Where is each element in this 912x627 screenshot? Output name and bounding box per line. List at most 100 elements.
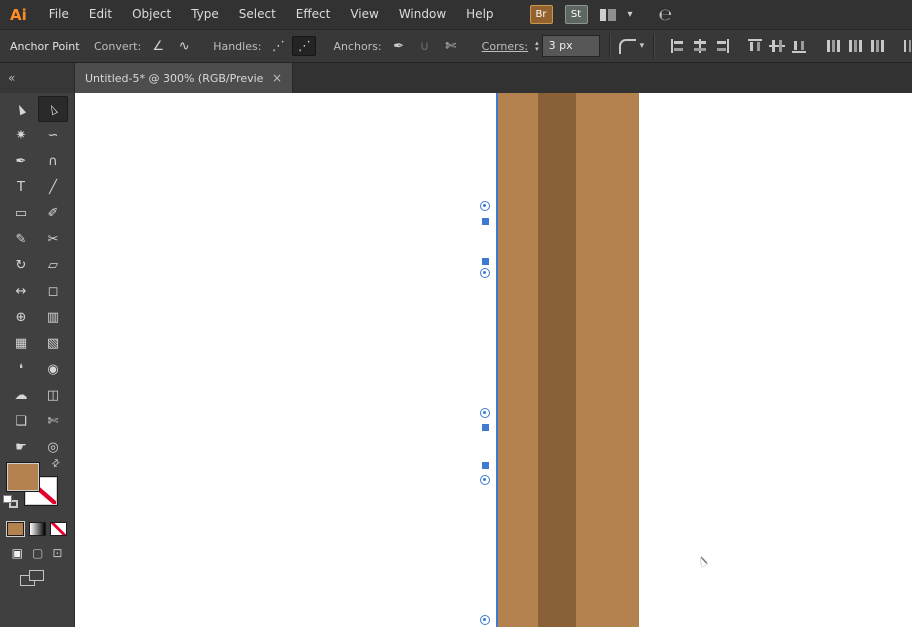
menu-object[interactable]: Object: [122, 0, 181, 29]
artboard-tool[interactable]: ❏: [6, 408, 36, 434]
screen-mode-icon[interactable]: [20, 570, 50, 588]
align-horizontal-left-icon[interactable]: [668, 38, 688, 54]
mesh-tool[interactable]: ▦: [6, 330, 36, 356]
rotate-tool[interactable]: ↻: [6, 252, 36, 278]
draw-normal-icon[interactable]: ▣: [12, 546, 23, 560]
corners-label[interactable]: Corners:: [482, 40, 528, 53]
eyedropper-tool[interactable]: ❛: [6, 356, 36, 382]
slice-tool[interactable]: ✄: [38, 408, 68, 434]
line-segment-tool[interactable]: ╱: [38, 174, 68, 200]
align-horizontal-center-icon[interactable]: [690, 38, 710, 54]
rectangle-icon: ▭: [15, 207, 27, 220]
scale-icon: ▱: [48, 259, 58, 272]
menu-type[interactable]: Type: [181, 0, 229, 29]
gradient-button[interactable]: [29, 522, 46, 536]
close-icon[interactable]: ×: [264, 71, 282, 85]
gradient-tool[interactable]: ▧: [38, 330, 68, 356]
search-swirl-icon[interactable]: ℮: [659, 5, 673, 24]
corners-input[interactable]: 3 px: [542, 35, 600, 57]
distribute-left-icon[interactable]: [824, 38, 844, 54]
menu-help[interactable]: Help: [456, 0, 503, 29]
bridge-button[interactable]: Br: [530, 5, 553, 24]
anchor-point[interactable]: [482, 218, 489, 225]
corner-options-button[interactable]: ▾: [619, 39, 645, 54]
pencil-tool[interactable]: ✎: [6, 226, 36, 252]
remove-anchor-icon[interactable]: ✒: [387, 36, 411, 56]
shape-builder-tool[interactable]: ⊕: [6, 304, 36, 330]
menu-select[interactable]: Select: [229, 0, 286, 29]
illustrator-logo[interactable]: Ai: [0, 6, 39, 24]
artboard[interactable]: ►: [75, 93, 912, 627]
corner-widget[interactable]: [480, 475, 490, 485]
draw-modes: ▣ ▢ ⊡: [0, 546, 74, 560]
shape-stripe[interactable]: [538, 93, 576, 627]
corner-widget[interactable]: [480, 615, 490, 625]
mode-label: Anchor Point: [10, 40, 86, 53]
align-vertical-bottom-icon[interactable]: [790, 38, 810, 54]
document-tab[interactable]: Untitled-5* @ 300% (RGB/Preview) ×: [75, 63, 293, 93]
magic-wand-tool[interactable]: ✷: [6, 122, 36, 148]
workspace-icon[interactable]: [600, 9, 616, 21]
align-vertical-center-icon[interactable]: [768, 38, 788, 54]
curvature-tool[interactable]: ∩: [38, 148, 68, 174]
shape-band[interactable]: [497, 93, 639, 627]
default-fill-stroke-icon[interactable]: [3, 495, 21, 511]
none-button[interactable]: [50, 522, 67, 536]
swap-fill-stroke-icon[interactable]: ⇄: [49, 457, 62, 471]
magic-wand-icon: ✷: [16, 129, 27, 142]
convert-to-corner-icon[interactable]: ∠: [146, 36, 170, 56]
align-horizontal-right-icon[interactable]: [712, 38, 732, 54]
color-button[interactable]: [7, 522, 24, 536]
menu-file[interactable]: File: [39, 0, 79, 29]
selection-path[interactable]: [496, 93, 498, 627]
paintbrush-tool[interactable]: ✐: [38, 200, 68, 226]
corner-widget[interactable]: [480, 201, 490, 211]
show-handles-icon[interactable]: ⋰: [292, 36, 316, 56]
stock-button[interactable]: St: [565, 5, 588, 24]
rectangle-tool[interactable]: ▭: [6, 200, 36, 226]
distribute-right-icon[interactable]: [868, 38, 888, 54]
hide-handles-icon[interactable]: ⋰: [266, 36, 290, 56]
type-tool[interactable]: T: [6, 174, 36, 200]
cut-path-icon[interactable]: ✄: [439, 36, 463, 56]
distribute-spacing-horizontal-icon[interactable]: [902, 38, 912, 54]
align-icons: [667, 38, 912, 54]
scale-tool[interactable]: ▱: [38, 252, 68, 278]
lasso-tool[interactable]: ∽: [38, 122, 68, 148]
menu-view[interactable]: View: [340, 0, 388, 29]
draw-behind-icon[interactable]: ▢: [32, 546, 43, 560]
scissors-tool[interactable]: ✂: [38, 226, 68, 252]
selection-tool[interactable]: ►: [6, 96, 36, 122]
free-transform-tool[interactable]: ◻: [38, 278, 68, 304]
anchor-point[interactable]: [482, 424, 489, 431]
corner-widget[interactable]: [480, 408, 490, 418]
free-transform-icon: ◻: [48, 285, 59, 298]
blend-tool[interactable]: ◉: [38, 356, 68, 382]
direct-selection-tool[interactable]: ▻: [38, 96, 68, 122]
connect-anchors-icon[interactable]: ∪: [413, 36, 437, 56]
menu-window[interactable]: Window: [389, 0, 456, 29]
stepper-down-icon[interactable]: ▾: [535, 46, 539, 52]
chevron-down-icon[interactable]: ▾: [628, 9, 633, 20]
menu-effect[interactable]: Effect: [286, 0, 341, 29]
hand-icon: ☛: [15, 441, 27, 454]
anchor-point[interactable]: [482, 462, 489, 469]
collapse-panel-icon[interactable]: «: [8, 71, 14, 85]
distribute-center-icon[interactable]: [846, 38, 866, 54]
width-tool[interactable]: ↔: [6, 278, 36, 304]
corners-stepper[interactable]: ▴ ▾: [535, 40, 539, 52]
align-vertical-top-icon[interactable]: [746, 38, 766, 54]
convert-to-smooth-icon[interactable]: ∿: [172, 36, 196, 56]
menu-items: FileEditObjectTypeSelectEffectViewWindow…: [39, 0, 504, 29]
menu-edit[interactable]: Edit: [79, 0, 122, 29]
column-graph-tool[interactable]: ◫: [38, 382, 68, 408]
draw-inside-icon[interactable]: ⊡: [52, 546, 62, 560]
default-fill-mini: [3, 495, 12, 503]
corner-widget[interactable]: [480, 268, 490, 278]
symbol-sprayer-tool[interactable]: ☁: [6, 382, 36, 408]
cursor-arrow: ►: [693, 555, 710, 569]
perspective-grid-tool[interactable]: ▥: [38, 304, 68, 330]
pen-tool[interactable]: ✒: [6, 148, 36, 174]
fill-swatch[interactable]: [7, 463, 39, 491]
anchor-point[interactable]: [482, 258, 489, 265]
